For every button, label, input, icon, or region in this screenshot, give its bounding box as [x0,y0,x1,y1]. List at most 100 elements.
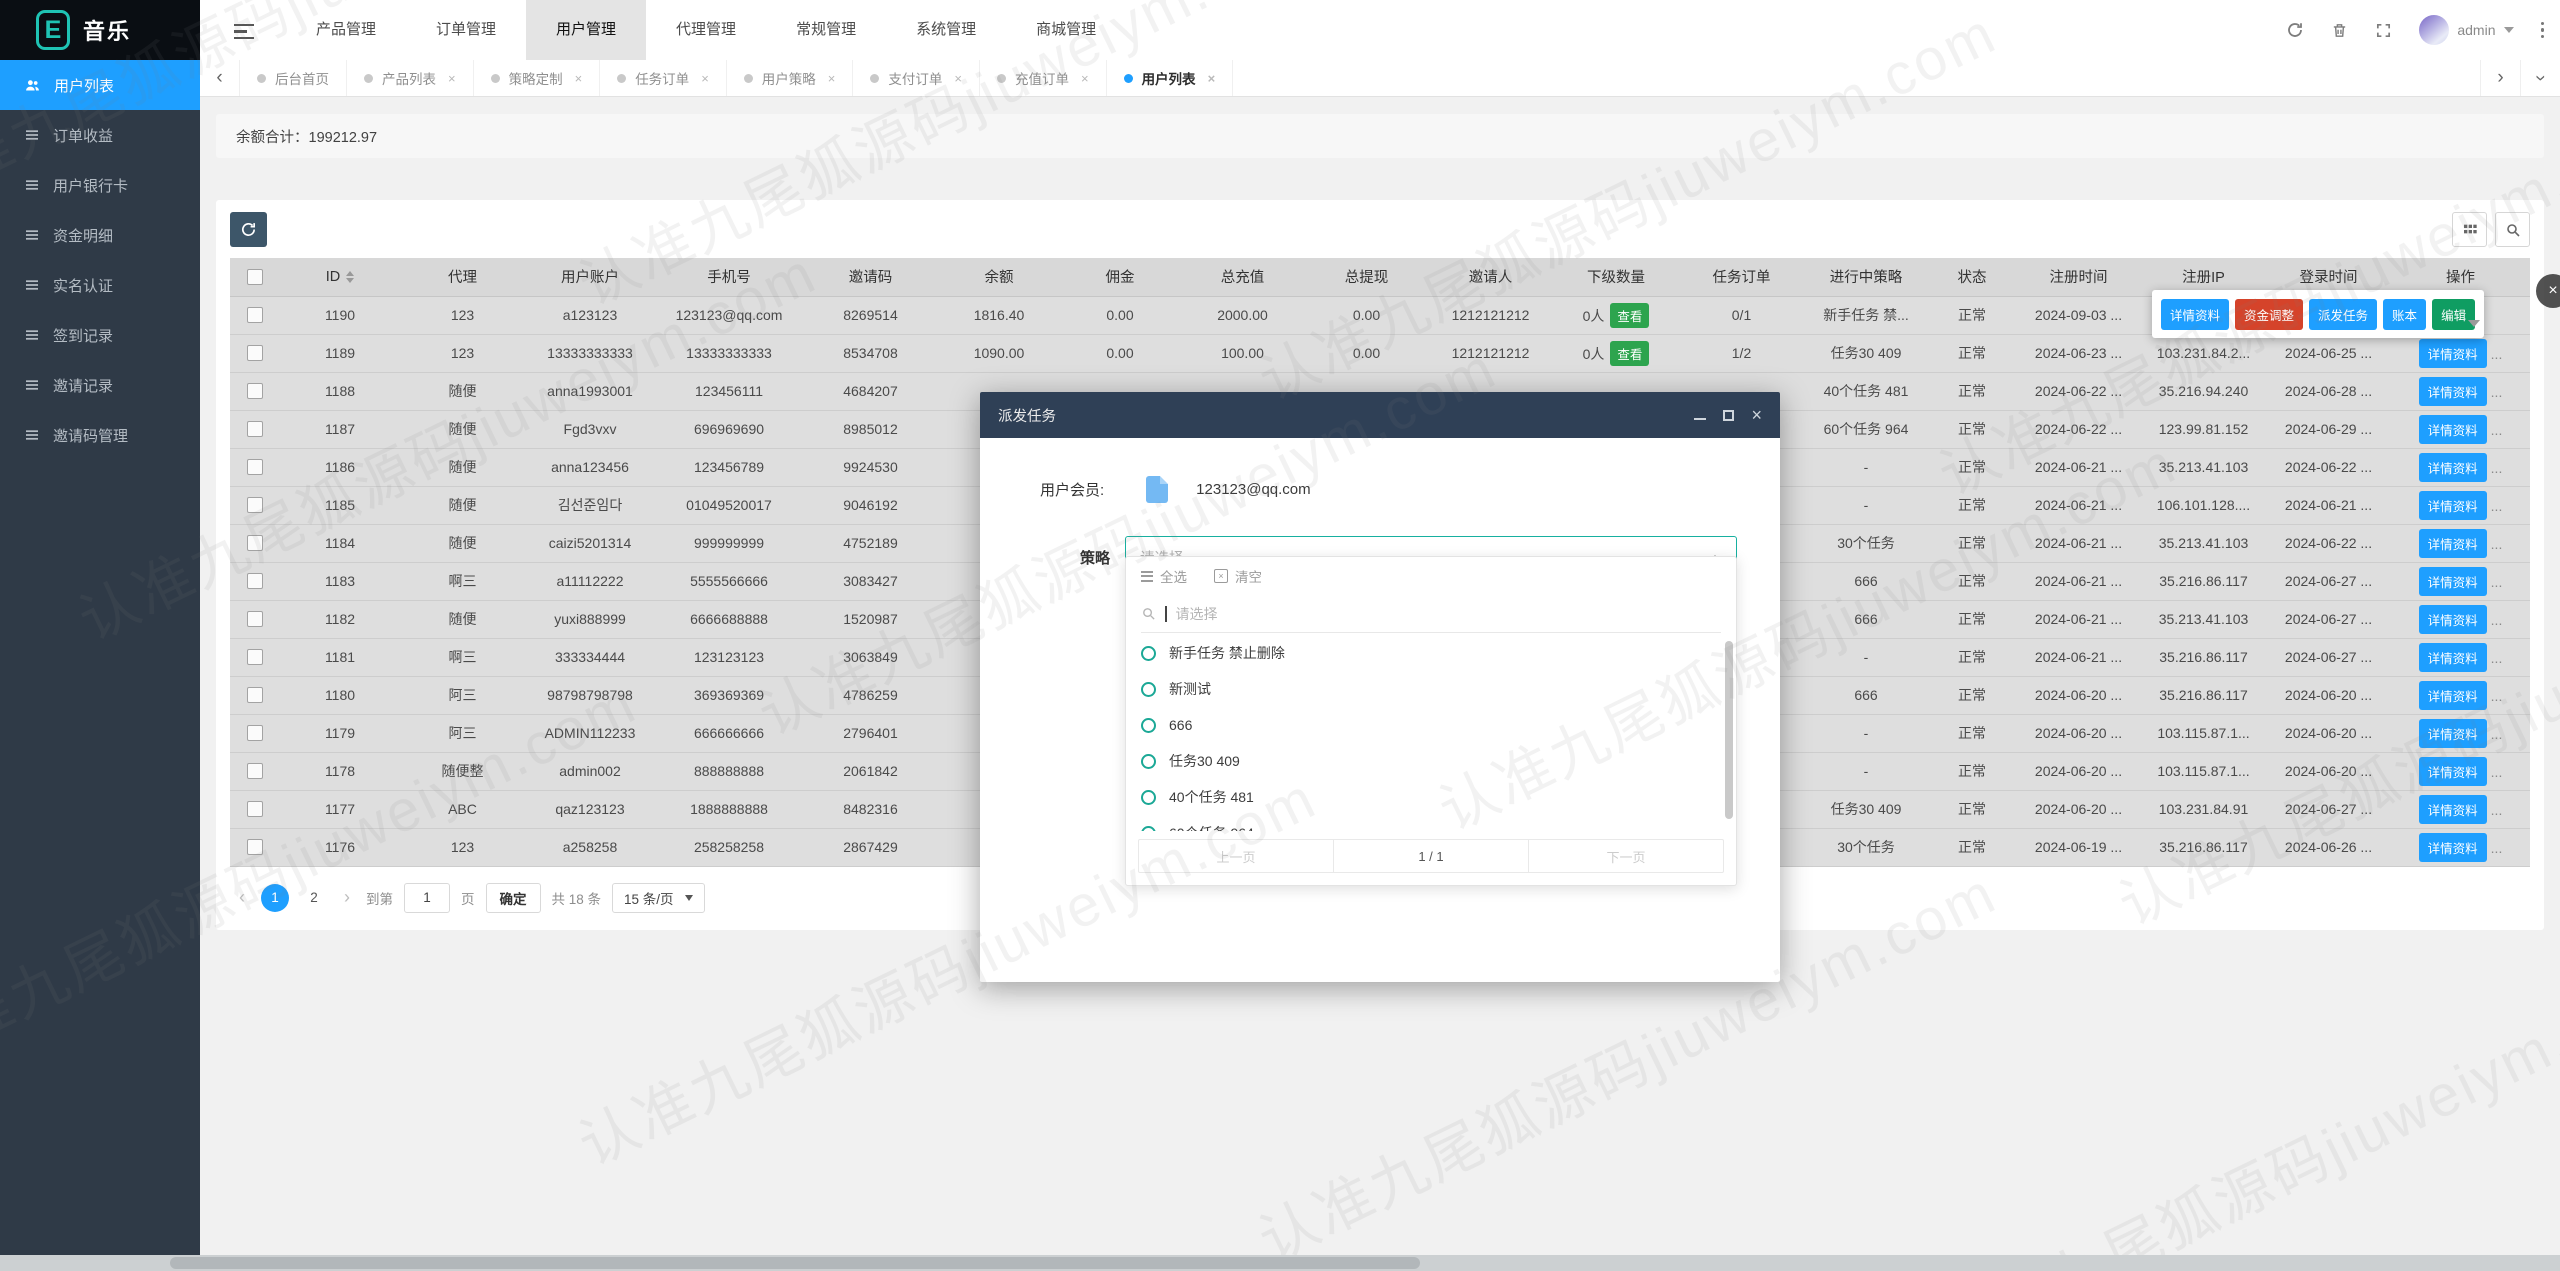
tab[interactable]: 用户策略× [727,60,854,96]
popup-action-button[interactable]: 资金调整 [2235,299,2303,330]
row-checkbox[interactable] [247,649,263,665]
tab[interactable]: 充值订单× [980,60,1107,96]
tab[interactable]: 支付订单× [853,60,980,96]
details-button[interactable]: 详情资料 [2419,377,2487,406]
row-checkbox[interactable] [247,801,263,817]
more-menu-icon[interactable] [2541,22,2545,39]
tab[interactable]: 任务订单× [600,60,727,96]
row-checkbox[interactable] [247,307,263,323]
popup-action-button[interactable]: 派发任务 [2309,299,2377,330]
strategy-option[interactable]: 666 [1126,707,1736,743]
more-actions-button[interactable]: ... [2491,612,2503,628]
nav-item[interactable]: 订单管理 [406,0,526,60]
table-search-button[interactable] [2495,212,2530,247]
details-button[interactable]: 详情资料 [2419,453,2487,482]
details-button[interactable]: 详情资料 [2419,681,2487,710]
dropdown-next-button[interactable]: 下一页 [1529,840,1723,872]
tabs-scroll-left-icon[interactable]: ‹ [200,60,240,96]
more-actions-button[interactable]: ... [2491,460,2503,476]
more-actions-button[interactable]: ... [2491,346,2503,362]
strategy-option[interactable]: 40个任务 481 [1126,779,1736,815]
next-page-icon[interactable]: › [339,887,355,908]
sort-icon[interactable] [346,271,354,283]
details-button[interactable]: 详情资料 [2419,567,2487,596]
tab[interactable]: 后台首页 [240,60,347,96]
row-checkbox[interactable] [247,383,263,399]
maximize-icon[interactable] [1723,410,1734,421]
tabs-menu-icon[interactable]: › [2520,60,2560,96]
tab[interactable]: 产品列表× [347,60,474,96]
row-checkbox[interactable] [247,535,263,551]
row-checkbox[interactable] [247,611,263,627]
goto-confirm-button[interactable]: 确定 [486,883,541,913]
close-tab-icon[interactable]: × [954,71,962,86]
close-tab-icon[interactable]: × [448,71,456,86]
minimize-icon[interactable] [1694,418,1706,420]
strategy-option[interactable]: 任务30 409 [1126,743,1736,779]
nav-item[interactable]: 常规管理 [766,0,886,60]
prev-page-icon[interactable]: ‹ [234,887,250,908]
details-button[interactable]: 详情资料 [2419,339,2487,368]
close-tab-icon[interactable]: × [828,71,836,86]
details-button[interactable]: 详情资料 [2419,529,2487,558]
horizontal-scrollbar[interactable] [0,1255,2560,1271]
more-actions-button[interactable]: ... [2491,650,2503,666]
close-tab-icon[interactable]: × [701,71,709,86]
tab[interactable]: 策略定制× [474,60,601,96]
row-checkbox[interactable] [247,725,263,741]
sidebar-item[interactable]: 用户列表 [0,60,200,110]
details-button[interactable]: 详情资料 [2419,833,2487,862]
trash-icon[interactable] [2331,22,2348,39]
popup-action-button[interactable]: 账本 [2383,299,2426,330]
page-button-2[interactable]: 2 [300,884,328,912]
nav-item[interactable]: 商城管理 [1006,0,1126,60]
close-tab-icon[interactable]: × [1081,71,1089,86]
nav-item[interactable]: 代理管理 [646,0,766,60]
row-checkbox[interactable] [247,345,263,361]
row-checkbox[interactable] [247,459,263,475]
details-button[interactable]: 详情资料 [2419,643,2487,672]
select-all-button[interactable]: 全选 [1141,566,1187,586]
more-actions-button[interactable]: ... [2491,422,2503,438]
nav-item[interactable]: 用户管理 [526,0,646,60]
sidebar-item[interactable]: 实名认证 [0,260,200,310]
sidebar-item[interactable]: 用户银行卡 [0,160,200,210]
more-actions-button[interactable]: ... [2491,764,2503,780]
goto-page-input[interactable] [404,883,450,913]
more-actions-button[interactable]: ... [2491,840,2503,856]
row-checkbox[interactable] [247,573,263,589]
modal-close-icon[interactable]: × [1751,406,1762,424]
close-tab-icon[interactable]: × [1208,71,1216,86]
row-checkbox[interactable] [247,687,263,703]
scrollbar-thumb[interactable] [170,1257,1420,1269]
strategy-option[interactable]: 新测试 [1126,671,1736,707]
view-subordinates-button[interactable]: 查看 [1610,341,1649,366]
view-subordinates-button[interactable]: 查看 [1610,303,1649,328]
more-actions-button[interactable]: ... [2491,726,2503,742]
clear-button[interactable]: × 清空 [1214,566,1262,586]
row-checkbox[interactable] [247,839,263,855]
more-actions-button[interactable]: ... [2491,802,2503,818]
more-actions-button[interactable]: ... [2491,536,2503,552]
details-button[interactable]: 详情资料 [2419,605,2487,634]
avatar[interactable] [2419,15,2449,45]
row-checkbox[interactable] [247,421,263,437]
more-actions-button[interactable]: ... [2491,688,2503,704]
table-refresh-button[interactable] [230,212,267,247]
modal-header[interactable]: 派发任务 × [980,392,1780,438]
sidebar-item[interactable]: 邀请记录 [0,360,200,410]
select-all-checkbox[interactable] [247,269,263,285]
dropdown-prev-button[interactable]: 上一页 [1139,840,1333,872]
close-tab-icon[interactable]: × [575,71,583,86]
strategy-search-input[interactable]: 请选择 [1141,595,1721,633]
row-checkbox[interactable] [247,497,263,513]
details-button[interactable]: 详情资料 [2419,795,2487,824]
sidebar-item[interactable]: 签到记录 [0,310,200,360]
dropdown-scrollbar[interactable] [1725,641,1733,819]
sidebar-item[interactable]: 邀请码管理 [0,410,200,460]
more-actions-button[interactable]: ... [2491,498,2503,514]
nav-item[interactable]: 产品管理 [286,0,406,60]
details-button[interactable]: 详情资料 [2419,719,2487,748]
strategy-option[interactable]: 60个任务 964 [1126,815,1736,831]
details-button[interactable]: 详情资料 [2419,491,2487,520]
